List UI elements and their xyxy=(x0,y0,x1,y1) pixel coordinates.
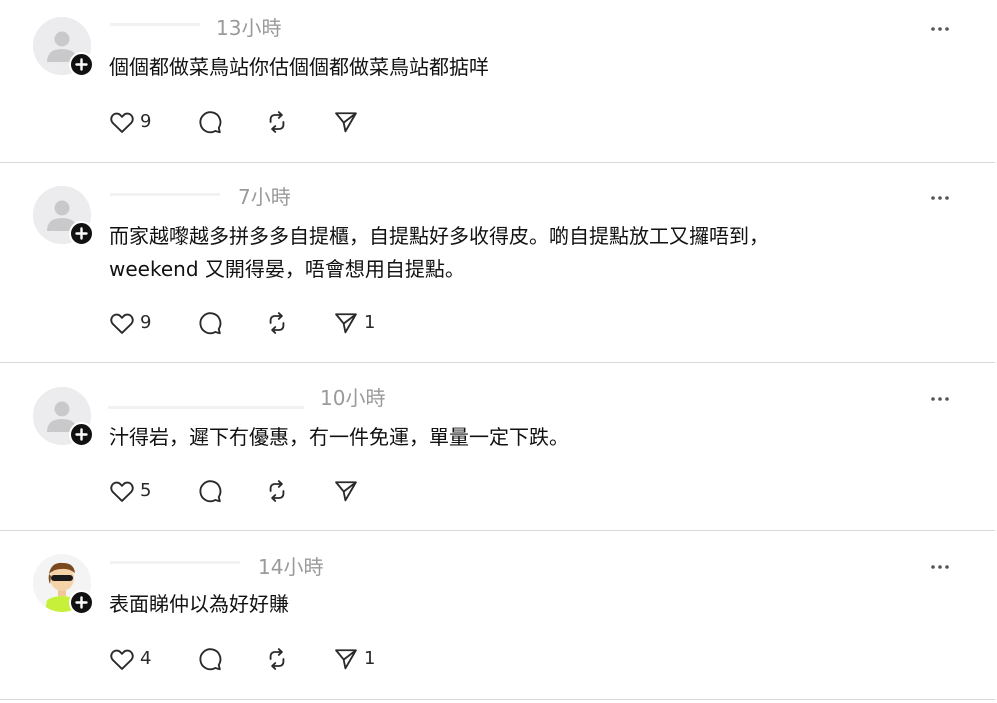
username-redacted xyxy=(110,23,200,26)
comment-post: 10小時 汁得岩，遲下冇優惠，冇一件免運，單量一定下跌。 5 xyxy=(0,363,995,531)
post-text: 而家越嚟越多拼多多自提櫃，自提點好多收得皮。啲自提點放工又攞唔到， weeken… xyxy=(109,220,769,286)
plus-icon xyxy=(75,227,88,240)
follow-button[interactable] xyxy=(69,590,94,615)
like-button[interactable]: 4 xyxy=(108,644,151,674)
comment-post: 7小時 而家越嚟越多拼多多自提櫃，自提點好多收得皮。啲自提點放工又攞唔到， we… xyxy=(0,163,995,363)
post-text-line: weekend 又開得晏，唔會想用自提點。 xyxy=(109,257,465,281)
post-text-line: 而家越嚟越多拼多多自提櫃，自提點好多收得皮。啲自提點放工又攞唔到， xyxy=(109,224,769,248)
like-count: 9 xyxy=(140,312,152,333)
post-text-line: 汁得岩，遲下冇優惠，冇一件免運，單量一定下跌。 xyxy=(109,425,569,449)
comment-post: 14小時 表面睇仲以為好好賺 4 1 xyxy=(0,531,995,700)
more-options-button[interactable] xyxy=(923,391,957,407)
share-button[interactable] xyxy=(332,476,360,506)
post-timestamp: 7小時 xyxy=(238,185,291,209)
comment-button[interactable] xyxy=(196,107,224,137)
like-button[interactable]: 9 xyxy=(108,308,151,338)
repost-button[interactable] xyxy=(263,308,291,338)
comment-bubble-icon xyxy=(199,312,222,335)
post-text: 個個都做菜鳥站你估個個都做菜鳥站都掂咩 xyxy=(109,51,489,84)
plus-icon xyxy=(75,428,88,441)
like-button[interactable]: 9 xyxy=(108,107,151,137)
follow-button[interactable] xyxy=(69,422,94,447)
heart-icon xyxy=(110,481,134,502)
more-dots-icon xyxy=(931,565,949,569)
share-count: 1 xyxy=(364,312,376,333)
follow-button[interactable] xyxy=(69,52,94,77)
more-dots-icon xyxy=(931,27,949,31)
share-button[interactable] xyxy=(332,107,360,137)
post-text: 汁得岩，遲下冇優惠，冇一件免運，單量一定下跌。 xyxy=(109,421,569,454)
more-options-button[interactable] xyxy=(923,190,957,206)
username-redacted xyxy=(110,561,240,564)
post-timestamp: 14小時 xyxy=(258,555,324,579)
heart-icon xyxy=(110,649,134,670)
follow-button[interactable] xyxy=(69,221,94,246)
send-icon xyxy=(335,481,357,502)
repost-button[interactable] xyxy=(263,476,291,506)
post-text: 表面睇仲以為好好賺 xyxy=(109,588,289,621)
more-options-button[interactable] xyxy=(923,559,957,575)
share-count: 1 xyxy=(364,648,376,669)
like-button[interactable]: 5 xyxy=(108,476,151,506)
send-icon xyxy=(335,112,357,133)
post-timestamp: 13小時 xyxy=(216,16,282,40)
plus-icon xyxy=(75,58,88,71)
heart-icon xyxy=(110,112,134,133)
like-count: 5 xyxy=(140,480,152,501)
like-count: 4 xyxy=(140,648,152,669)
comment-feed: 13小時 個個都做菜鳥站你估個個都做菜鳥站都掂咩 9 7小時 而家越嚟越多拼多多… xyxy=(0,0,997,703)
comment-bubble-icon xyxy=(199,648,222,671)
send-icon xyxy=(335,649,357,670)
comment-post: 13小時 個個都做菜鳥站你估個個都做菜鳥站都掂咩 9 xyxy=(0,0,995,163)
share-button[interactable]: 1 xyxy=(332,644,375,674)
comment-bubble-icon xyxy=(199,480,222,503)
share-button[interactable]: 1 xyxy=(332,308,375,338)
comment-button[interactable] xyxy=(196,644,224,674)
repost-icon xyxy=(269,312,285,334)
repost-icon xyxy=(269,480,285,502)
repost-button[interactable] xyxy=(263,644,291,674)
more-options-button[interactable] xyxy=(923,21,957,37)
send-icon xyxy=(335,313,357,334)
repost-icon xyxy=(269,648,285,670)
like-count: 9 xyxy=(140,111,152,132)
username-redacted xyxy=(110,193,220,196)
comment-button[interactable] xyxy=(196,308,224,338)
repost-button[interactable] xyxy=(263,107,291,137)
username-redacted xyxy=(108,406,304,409)
comment-bubble-icon xyxy=(199,111,222,134)
post-text-line: 表面睇仲以為好好賺 xyxy=(109,592,289,616)
comment-button[interactable] xyxy=(196,476,224,506)
more-dots-icon xyxy=(931,196,949,200)
more-dots-icon xyxy=(931,397,949,401)
post-text-line: 個個都做菜鳥站你估個個都做菜鳥站都掂咩 xyxy=(109,55,489,79)
heart-icon xyxy=(110,313,134,334)
post-timestamp: 10小時 xyxy=(320,386,386,410)
plus-icon xyxy=(75,596,88,609)
repost-icon xyxy=(269,111,285,133)
